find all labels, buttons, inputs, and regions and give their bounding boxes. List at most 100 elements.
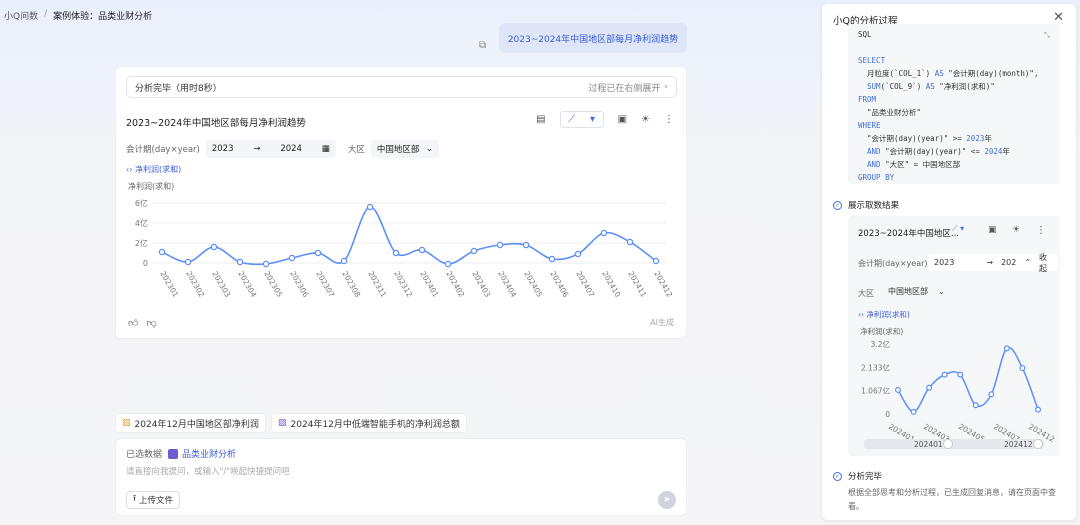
selected-dataset: 已选数据 品类业财分析: [126, 447, 236, 460]
data-point[interactable]: [158, 248, 166, 256]
data-point[interactable]: [988, 391, 995, 398]
data-point[interactable]: [236, 258, 244, 266]
series-legend-label: 净利润(求和): [134, 165, 182, 174]
data-point[interactable]: [262, 260, 270, 268]
data-point[interactable]: [366, 203, 374, 211]
data-point[interactable]: [1003, 345, 1010, 352]
series-legend[interactable]: ‹› 净利润(求和): [126, 164, 181, 175]
x-tick-label: 202407: [574, 270, 596, 299]
insight-bulb-icon[interactable]: ☀: [641, 114, 650, 125]
mini-collapse[interactable]: 收起: [1039, 252, 1052, 274]
data-point[interactable]: [894, 386, 901, 393]
y-tick-label: 0: [143, 259, 148, 268]
mini-region-select[interactable]: 中国地区部 ⌄: [884, 283, 952, 300]
analysis-status-bar[interactable]: 分析完毕（用时8秒） 过程已在右侧展开 ›: [126, 76, 677, 98]
chart-type-selector[interactable]: ⟋ ▾: [559, 111, 604, 128]
mini-series-legend[interactable]: ‹› 净利润(求和): [858, 309, 910, 320]
data-point[interactable]: [340, 257, 348, 265]
data-point[interactable]: [652, 257, 660, 265]
data-point[interactable]: [314, 249, 322, 257]
data-point[interactable]: [522, 241, 530, 249]
x-tick-label: 202405: [522, 270, 544, 299]
result-card: 分析完毕（用时8秒） 过程已在右侧展开 › 2023~2024年中国地区部每月净利…: [115, 66, 687, 339]
y-tick-label: 3.2亿: [871, 339, 891, 349]
thumbs-down-icon[interactable]: 👎︎: [146, 317, 156, 329]
range-slider-handle-right[interactable]: [1033, 439, 1043, 449]
breadcrumb-root[interactable]: 小Q问数: [4, 9, 38, 22]
data-point[interactable]: [470, 247, 478, 255]
x-tick-label: 202307: [314, 270, 336, 299]
collapse-icon[interactable]: ⤡: [1044, 28, 1050, 41]
thumbs-up-icon[interactable]: 👍︎: [128, 317, 138, 329]
close-icon[interactable]: ✕: [1053, 10, 1064, 25]
data-point[interactable]: [184, 258, 192, 266]
table-view-icon[interactable]: ▤: [536, 114, 545, 125]
feedback: 👍︎ 👎︎: [128, 317, 157, 329]
y-tick-label: 2亿: [135, 238, 148, 248]
copy-icon[interactable]: ⧉: [479, 40, 489, 51]
data-point[interactable]: [1035, 406, 1042, 413]
data-point[interactable]: [1019, 365, 1026, 372]
more-icon[interactable]: ⋮: [664, 114, 674, 125]
data-point[interactable]: [626, 238, 634, 246]
date-arrow: →: [986, 258, 994, 267]
y-tick-label: 1.067亿: [861, 386, 890, 396]
process-link[interactable]: 过程已在右侧展开: [588, 81, 660, 94]
data-point[interactable]: [444, 260, 452, 268]
x-tick-label: 202301: [158, 270, 180, 299]
analysis-status-label: 分析完毕（用时8秒）: [135, 83, 222, 94]
mini-date-from: 2023: [934, 258, 955, 267]
insight-bulb-icon[interactable]: ☀: [1012, 225, 1020, 235]
data-point[interactable]: [210, 243, 218, 251]
mini-date-label: 会计期(day×year): [858, 259, 928, 268]
data-point[interactable]: [574, 250, 582, 258]
range-to-label: 202412: [1004, 440, 1033, 449]
filter-row: 会计期(day×year) 2023 → 2024 ▦ 大区 中国地区部 ⌄: [126, 140, 439, 158]
x-tick-label: 202402: [444, 270, 466, 299]
dataset-name: 品类业财分析: [182, 450, 237, 460]
mini-chart-title: 2023~2024年中国地区...: [858, 229, 959, 239]
data-point[interactable]: [957, 371, 964, 378]
x-tick-label: 202311: [366, 270, 388, 299]
region-filter-label: 大区: [347, 145, 365, 155]
mini-chart-card: 2023~2024年中国地区... ⟋ ▾ ▣ ☀ ⋮ 会计期(day×year…: [848, 216, 1060, 456]
region-value: 中国地区部: [376, 145, 420, 155]
sql-icon[interactable]: ▣: [988, 225, 997, 235]
upload-file-button[interactable]: ⭱ 上传文件: [126, 491, 180, 509]
region-select[interactable]: 中国地区部 ⌄: [370, 140, 439, 158]
dataset-icon: [168, 448, 179, 459]
chart-icon: ▨: [278, 418, 287, 428]
data-point[interactable]: [548, 255, 556, 263]
mini-region-label: 大区: [858, 289, 874, 298]
x-tick-label: 202406: [548, 270, 570, 299]
sql-icon[interactable]: ▣: [618, 114, 627, 125]
data-point[interactable]: [600, 229, 608, 237]
date-range-picker[interactable]: 2023 → 2024 ▦: [205, 140, 336, 158]
suggestion-chip-1[interactable]: ▨ 2024年12月中国地区部净利润: [115, 413, 266, 433]
chat-input-card: 已选数据 品类业财分析 请直接向我提问，或输入"/"唤起快捷提问吧 ⭱ 上传文件…: [115, 438, 687, 516]
chat-input[interactable]: 请直接向我提问，或输入"/"唤起快捷提问吧: [126, 465, 290, 477]
range-slider-handle-left[interactable]: [943, 439, 953, 449]
x-tick-label: 202404: [496, 270, 518, 299]
data-point[interactable]: [926, 384, 933, 391]
dataset-chip[interactable]: 品类业财分析: [168, 447, 236, 460]
data-point[interactable]: [941, 371, 948, 378]
data-point[interactable]: [418, 246, 426, 254]
data-point[interactable]: [972, 402, 979, 409]
more-icon[interactable]: ⋮: [1036, 225, 1046, 236]
mini-date-range[interactable]: 2023 → 202 ⌃ 收起: [928, 252, 1058, 274]
chevron-down-icon: ▾: [590, 114, 596, 125]
mini-chart-type-selector[interactable]: ⟋ ▾: [952, 224, 976, 238]
y-tick-label: 0: [885, 410, 890, 419]
mini-date-to: 202: [1001, 258, 1017, 267]
data-point[interactable]: [392, 249, 400, 257]
data-point[interactable]: [496, 241, 504, 249]
chevron-up-icon[interactable]: ⌃: [1024, 258, 1031, 267]
send-button[interactable]: ➤: [658, 491, 676, 509]
data-point[interactable]: [288, 254, 296, 262]
suggestion-chip-2[interactable]: ▨ 2024年12月中低端智能手机的净利润总额: [271, 413, 467, 433]
data-point[interactable]: [910, 408, 917, 415]
x-tick-label: 202412: [652, 270, 674, 299]
breadcrumb-separator: /: [44, 9, 48, 19]
step-label: 展示取数结果: [848, 201, 900, 211]
